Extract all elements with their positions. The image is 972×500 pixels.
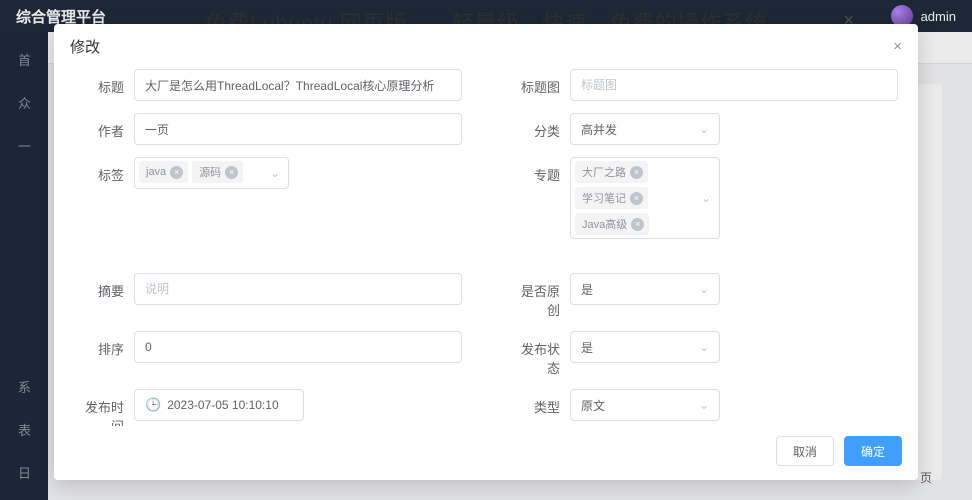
label-category: 分类	[510, 113, 570, 140]
tag-item: java×	[139, 161, 188, 183]
close-icon[interactable]: ×	[893, 38, 902, 55]
pub-status-select[interactable]: 是 ⌄	[570, 331, 720, 363]
chevron-down-icon: ⌄	[699, 122, 709, 136]
summary-input[interactable]	[134, 273, 462, 305]
tags-select[interactable]: java× 源码× ⌄	[134, 157, 289, 189]
title-img-input[interactable]	[570, 69, 898, 101]
category-select[interactable]: 高并发 ⌄	[570, 113, 720, 145]
chevron-down-icon: ⌄	[699, 282, 709, 296]
label-type: 类型	[510, 389, 570, 416]
chevron-down-icon: ⌄	[701, 191, 711, 205]
topic-item: 大厂之路×	[575, 161, 648, 183]
author-input[interactable]	[134, 113, 462, 145]
topic-item: Java高级×	[575, 213, 649, 235]
type-select[interactable]: 原文 ⌄	[570, 389, 720, 421]
tag-remove-icon[interactable]: ×	[630, 192, 643, 205]
label-order: 排序	[74, 331, 134, 358]
label-pub-time: 发布时间	[74, 389, 134, 426]
edit-modal: 修改 × 标题 标题图	[54, 24, 918, 480]
label-topics: 专题	[510, 157, 570, 184]
label-original: 是否原创	[510, 273, 570, 319]
label-pub-status: 发布状态	[510, 331, 570, 377]
topic-item: 学习笔记×	[575, 187, 648, 209]
order-input[interactable]	[134, 331, 462, 363]
tag-remove-icon[interactable]: ×	[170, 166, 183, 179]
clock-icon: 🕒	[145, 397, 161, 413]
label-title-img: 标题图	[510, 69, 570, 96]
modal-title: 修改	[70, 36, 100, 57]
confirm-button[interactable]: 确定	[844, 436, 902, 466]
chevron-down-icon: ⌄	[699, 398, 709, 412]
tag-item: 源码×	[192, 161, 243, 183]
original-select[interactable]: 是 ⌄	[570, 273, 720, 305]
title-input[interactable]	[134, 69, 462, 101]
label-tags: 标签	[74, 157, 134, 184]
label-title: 标题	[74, 69, 134, 96]
modal-overlay: 修改 × 标题 标题图	[0, 0, 972, 500]
topics-select[interactable]: 大厂之路× 学习笔记× Java高级× ⌄	[570, 157, 720, 239]
tag-remove-icon[interactable]: ×	[631, 218, 644, 231]
chevron-down-icon: ⌄	[270, 166, 280, 180]
label-summary: 摘要	[74, 273, 134, 300]
tag-remove-icon[interactable]: ×	[630, 166, 643, 179]
cancel-button[interactable]: 取消	[776, 436, 834, 466]
pub-time-input[interactable]: 🕒	[134, 389, 304, 421]
tag-remove-icon[interactable]: ×	[225, 166, 238, 179]
label-author: 作者	[74, 113, 134, 140]
chevron-down-icon: ⌄	[699, 340, 709, 354]
